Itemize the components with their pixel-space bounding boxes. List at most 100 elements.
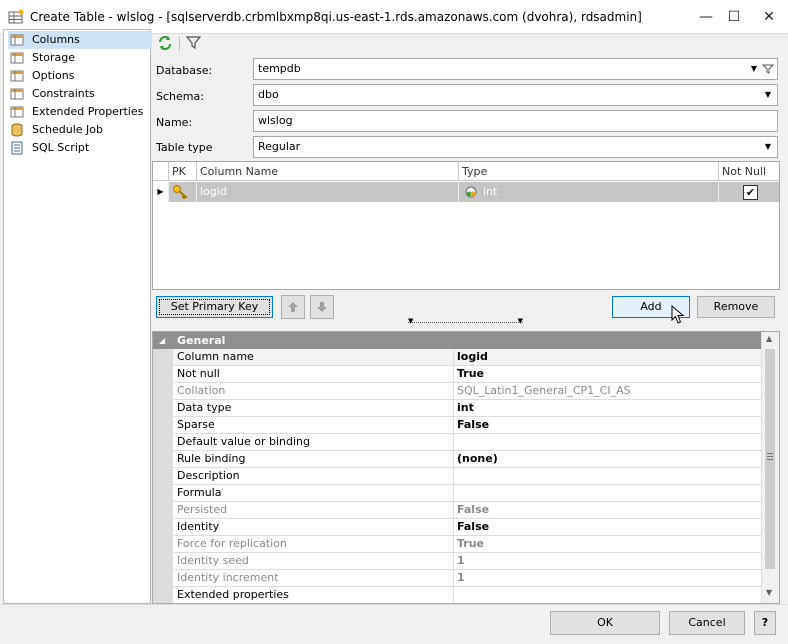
property-value: 1 bbox=[457, 571, 465, 584]
not-null-cell: ✔ bbox=[719, 182, 779, 202]
refresh-icon[interactable] bbox=[157, 35, 173, 51]
sidebar-item-options[interactable]: Options bbox=[10, 67, 150, 85]
property-row[interactable]: Sparse False bbox=[173, 417, 764, 434]
sidebar-item-sql-script[interactable]: SQL Script bbox=[10, 139, 150, 157]
column-header-type[interactable]: Type bbox=[459, 162, 719, 181]
options-icon bbox=[10, 70, 24, 82]
property-name: Sparse bbox=[177, 418, 215, 431]
filter-icon[interactable] bbox=[186, 35, 201, 50]
move-down-button[interactable] bbox=[310, 295, 334, 319]
property-name: Identity bbox=[177, 520, 220, 533]
property-value: False bbox=[457, 520, 490, 533]
remove-button[interactable]: Remove bbox=[697, 296, 775, 318]
table-app-icon bbox=[8, 9, 24, 24]
property-category-general[interactable]: ◢ General bbox=[153, 332, 764, 349]
sidebar-item-constraints[interactable]: Constraints bbox=[10, 85, 150, 103]
columns-grid: PK Column Name Type Not Null ▶ logid int… bbox=[152, 161, 780, 290]
maximize-button[interactable]: ☐ bbox=[714, 4, 754, 30]
chevron-down-icon: ▼ bbox=[517, 317, 523, 325]
ok-button[interactable]: OK bbox=[550, 611, 660, 635]
property-row[interactable]: Column name logid bbox=[173, 349, 764, 366]
key-icon bbox=[173, 185, 188, 199]
property-row[interactable]: Persisted False bbox=[173, 502, 764, 519]
row-pointer-icon: ▶ bbox=[153, 182, 169, 202]
collapse-icon: ◢ bbox=[159, 336, 166, 345]
property-name: Collation bbox=[177, 384, 226, 397]
database-label: Database: bbox=[156, 64, 213, 77]
vertical-scrollbar[interactable]: ▲ ▼ bbox=[761, 332, 779, 603]
column-header-column-name[interactable]: Column Name bbox=[197, 162, 459, 181]
property-row[interactable]: Identity increment 1 bbox=[173, 570, 764, 587]
dialog-button-bar: OK Cancel ? bbox=[0, 604, 788, 644]
type-cell[interactable]: int bbox=[459, 182, 719, 202]
column-header-pk[interactable]: PK bbox=[169, 162, 197, 181]
filter-icon[interactable] bbox=[762, 63, 774, 75]
property-name: Default value or binding bbox=[177, 435, 310, 448]
column-header-not-null[interactable]: Not Null bbox=[719, 162, 779, 181]
property-value: True bbox=[457, 537, 485, 550]
property-value: int bbox=[457, 401, 474, 414]
property-name: Identity increment bbox=[177, 571, 279, 584]
sidebar-item-columns[interactable]: Columns bbox=[8, 31, 152, 49]
sidebar-item-label: Columns bbox=[32, 33, 80, 46]
scrollbar-thumb[interactable] bbox=[765, 349, 775, 569]
property-gutter bbox=[153, 349, 173, 603]
name-label: Name: bbox=[156, 116, 193, 129]
property-row[interactable]: Data type int bbox=[173, 400, 764, 417]
sidebar-item-label: Storage bbox=[32, 51, 76, 64]
property-name: Persisted bbox=[177, 503, 228, 516]
scroll-down-icon[interactable]: ▼ bbox=[766, 588, 772, 597]
sidebar-item-label: Constraints bbox=[32, 87, 95, 100]
move-up-button[interactable] bbox=[281, 295, 305, 319]
property-row[interactable]: Force for replication True bbox=[173, 536, 764, 553]
mouse-cursor-icon bbox=[671, 305, 685, 324]
sidebar-item-extended-properties[interactable]: Extended Properties bbox=[10, 103, 150, 121]
cancel-button[interactable]: Cancel bbox=[669, 611, 745, 635]
category-label: General bbox=[177, 334, 226, 347]
database-select[interactable]: tempdb ▼ bbox=[253, 58, 778, 80]
property-row[interactable]: Formula bbox=[173, 485, 764, 502]
sql-script-icon bbox=[11, 141, 23, 155]
property-row[interactable]: Extended properties bbox=[173, 587, 764, 603]
properties-grid: ◢ General Column name logid Not null True … bbox=[152, 331, 780, 604]
property-row[interactable]: Rule binding (none) bbox=[173, 451, 764, 468]
help-button[interactable]: ? bbox=[754, 611, 776, 635]
type-value: int bbox=[483, 185, 498, 198]
sidebar-item-schedule-job[interactable]: Schedule Job bbox=[10, 121, 150, 139]
toolbar bbox=[152, 29, 782, 57]
property-row[interactable]: Collation SQL_Latin1_General_CP1_CI_AS bbox=[173, 383, 764, 400]
table-type-label: Table type bbox=[156, 141, 213, 154]
property-name: Force for replication bbox=[177, 537, 287, 550]
set-primary-key-button[interactable]: Set Primary Key bbox=[156, 296, 273, 318]
table-type-select[interactable]: Regular ▼ bbox=[253, 136, 778, 158]
sidebar: Columns Storage Options Constraints Exte… bbox=[3, 29, 152, 604]
sidebar-item-label: Schedule Job bbox=[32, 123, 104, 136]
column-name-cell[interactable]: logid bbox=[197, 182, 459, 202]
property-row[interactable]: Default value or binding bbox=[173, 434, 764, 451]
property-name: Identity seed bbox=[177, 554, 249, 567]
arrow-up-icon bbox=[288, 302, 298, 312]
property-name: Formula bbox=[177, 486, 222, 499]
property-row[interactable]: Description bbox=[173, 468, 764, 485]
columns-icon bbox=[10, 34, 24, 46]
chevron-down-icon: ▼ bbox=[764, 142, 771, 151]
table-row[interactable]: ▶ logid int ✔ bbox=[153, 182, 779, 202]
property-value: SQL_Latin1_General_CP1_CI_AS bbox=[457, 384, 631, 397]
property-value: (none) bbox=[457, 452, 498, 465]
property-row[interactable]: Identity False bbox=[173, 519, 764, 536]
schema-label: Schema: bbox=[156, 90, 204, 103]
chevron-down-icon: ▼ bbox=[764, 90, 771, 99]
not-null-checkbox[interactable]: ✔ bbox=[743, 185, 758, 200]
sidebar-item-storage[interactable]: Storage bbox=[10, 49, 150, 67]
close-button[interactable]: ✕ bbox=[749, 4, 788, 30]
scroll-up-icon[interactable]: ▲ bbox=[766, 334, 772, 343]
window-title: Create Table - wlslog - [sqlserverdb.crb… bbox=[30, 10, 642, 24]
property-row[interactable]: Identity seed 1 bbox=[173, 553, 764, 570]
splitter-handle[interactable]: ▼ ▼ bbox=[408, 317, 523, 330]
sidebar-item-label: Options bbox=[32, 69, 75, 82]
schema-select[interactable]: dbo ▼ bbox=[253, 84, 778, 106]
property-row[interactable]: Not null True bbox=[173, 366, 764, 383]
property-name: Rule binding bbox=[177, 452, 246, 465]
name-input[interactable]: wlslog bbox=[253, 110, 778, 132]
primary-key-cell[interactable] bbox=[169, 182, 197, 202]
